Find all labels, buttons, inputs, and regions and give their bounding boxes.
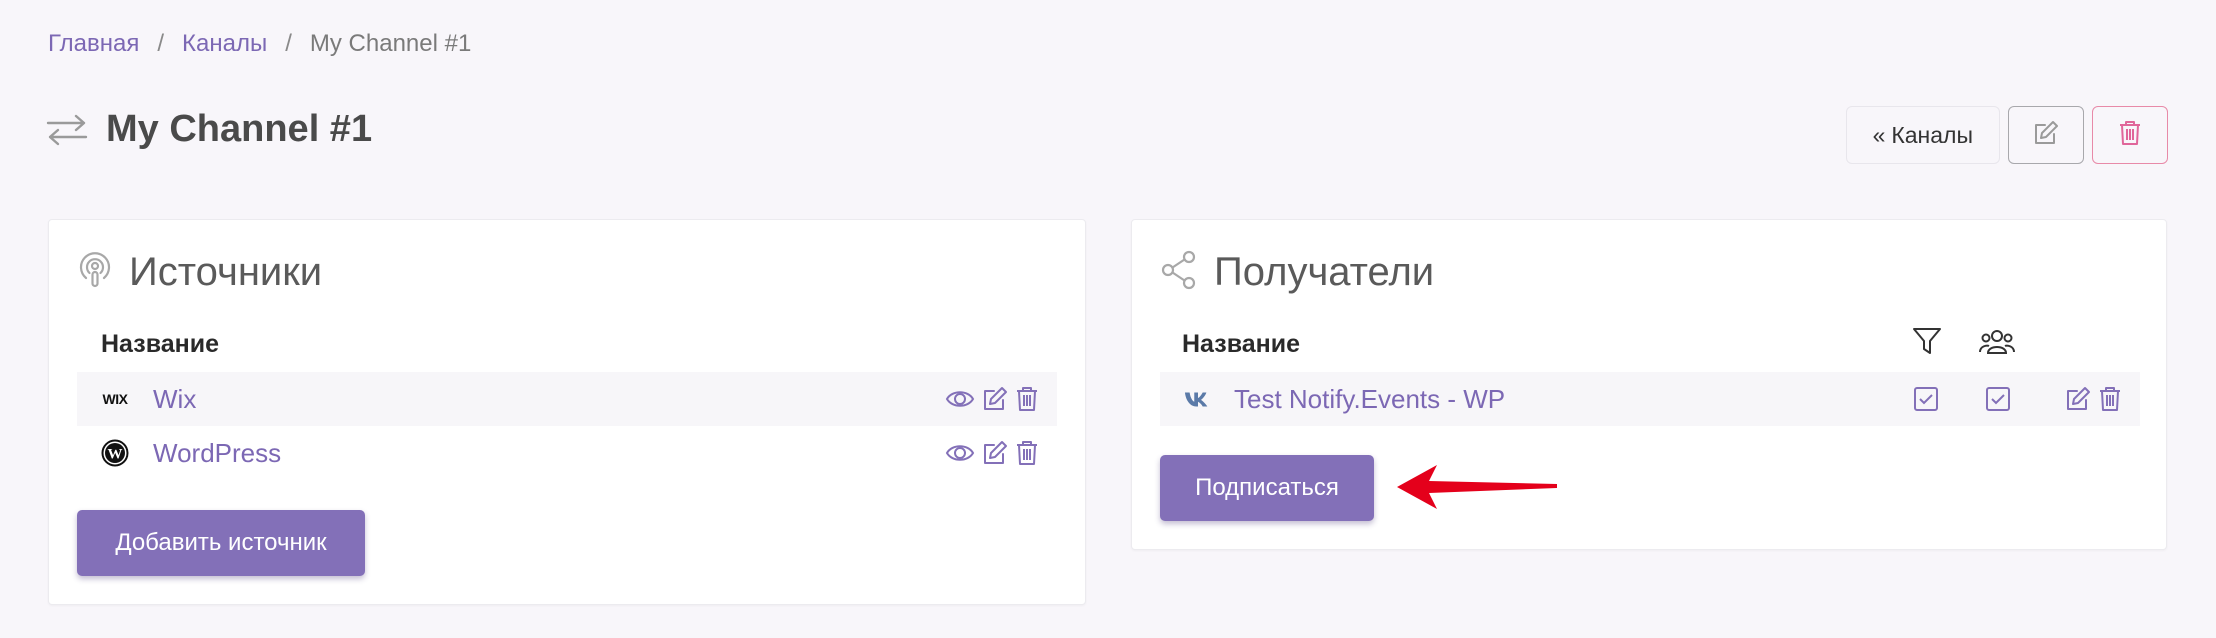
page-title: My Channel #1	[106, 108, 373, 150]
share-icon	[1160, 250, 1198, 295]
sources-title: Источники	[129, 250, 323, 294]
recipients-card: Получатели Название Test Notify.Events -…	[1131, 219, 2167, 550]
podcast-icon	[77, 250, 113, 295]
source-row-actions	[945, 385, 1039, 413]
edit-icon[interactable]	[981, 385, 1009, 413]
add-source-button[interactable]: Добавить источник	[77, 510, 365, 576]
sources-header: Источники	[77, 250, 322, 295]
trash-icon	[2118, 119, 2142, 152]
sources-column-name: Название	[101, 330, 220, 358]
group-checked-icon[interactable]	[1985, 386, 2011, 412]
delete-channel-button[interactable]	[2092, 106, 2168, 164]
breadcrumb-current: My Channel #1	[309, 30, 472, 57]
wix-logo-icon: WIX	[102, 391, 128, 407]
trash-icon[interactable]	[1015, 439, 1039, 467]
eye-icon[interactable]	[945, 387, 975, 411]
recipient-row: Test Notify.Events - WP	[1160, 372, 2140, 426]
recipient-link[interactable]: Test Notify.Events - WP	[1234, 384, 1505, 415]
page-header: My Channel #1	[46, 108, 372, 151]
recipient-row-actions	[2064, 385, 2122, 413]
page: Главная / Каналы / My Channel #1 My Chan…	[0, 0, 2216, 638]
recipients-header: Получатели	[1160, 250, 1434, 295]
trash-icon[interactable]	[2098, 385, 2122, 413]
exchange-arrows-icon	[46, 114, 88, 146]
double-chevron-left-icon: «	[1872, 121, 1886, 148]
edit-icon[interactable]	[981, 439, 1009, 467]
filter-checked-icon[interactable]	[1913, 386, 1939, 412]
source-row-actions	[945, 439, 1039, 467]
sources-card: Источники Название WIX Wix W WordPress Д…	[48, 219, 1086, 605]
breadcrumb-home[interactable]: Главная	[48, 30, 139, 58]
back-button-label: Каналы	[1891, 121, 1973, 148]
recipients-title: Получатели	[1214, 250, 1435, 294]
breadcrumb-channels[interactable]: Каналы	[182, 30, 267, 58]
eye-icon[interactable]	[945, 441, 975, 465]
filter-icon	[1912, 326, 1942, 361]
recipients-column-name: Название	[1182, 330, 1301, 358]
vk-logo-icon	[1184, 385, 1212, 413]
source-link-wix[interactable]: Wix	[153, 384, 196, 415]
red-arrow-annotation-icon	[1395, 463, 1560, 516]
edit-channel-button[interactable]	[2008, 106, 2084, 164]
channel-actions: « Каналы	[1845, 106, 2168, 164]
edit-icon[interactable]	[2064, 385, 2092, 413]
users-group-icon	[1979, 328, 2015, 361]
breadcrumb: Главная / Каналы / My Channel #1	[48, 30, 471, 58]
breadcrumb-separator: /	[285, 30, 292, 57]
wordpress-logo-icon: W	[101, 439, 129, 467]
source-row-wordpress: W WordPress	[77, 426, 1057, 480]
source-row-wix: WIX Wix	[77, 372, 1057, 426]
back-to-channels-button[interactable]: « Каналы	[1845, 106, 2000, 164]
edit-icon	[2032, 119, 2060, 152]
breadcrumb-separator: /	[157, 30, 165, 57]
subscribe-button[interactable]: Подписаться	[1160, 455, 1374, 521]
source-link-wordpress[interactable]: WordPress	[153, 438, 281, 469]
svg-text:W: W	[108, 447, 123, 463]
trash-icon[interactable]	[1015, 385, 1039, 413]
